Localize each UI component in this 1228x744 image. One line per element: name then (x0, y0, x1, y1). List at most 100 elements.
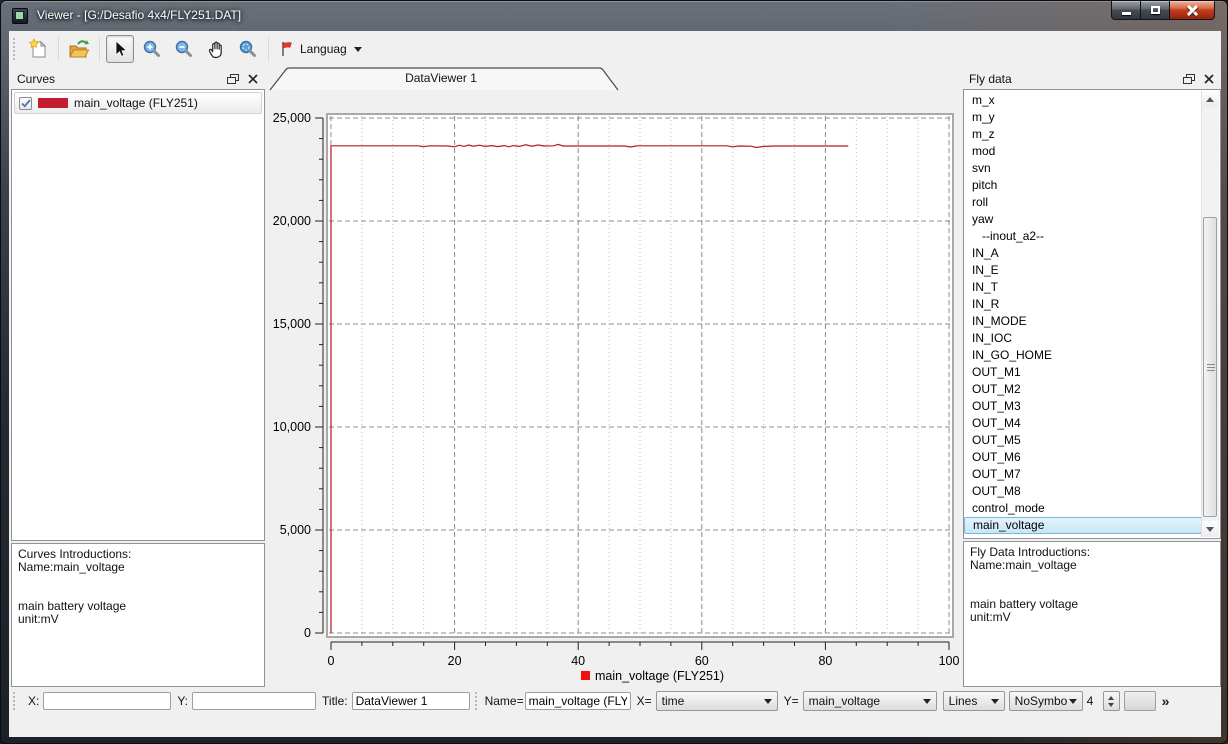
maximize-icon (1151, 6, 1160, 14)
toolbar-grip[interactable] (475, 692, 480, 710)
fly-data-item[interactable]: IN_T (964, 279, 1202, 296)
y-tick-label: 5,000 (280, 523, 311, 537)
fly-data-item[interactable]: IN_R (964, 296, 1202, 313)
screen: Viewer - [G:/Desafio 4x4/FLY251.DAT] (0, 0, 1228, 744)
fly-data-item[interactable]: main_voltage (964, 517, 1202, 534)
tab-dataviewer[interactable]: DataViewer 1 (269, 71, 613, 85)
curve-visible-checkbox[interactable] (19, 97, 32, 110)
curve-list-item[interactable]: main_voltage (FLY251) (14, 92, 262, 114)
curve-name-input[interactable] (525, 692, 631, 710)
curves-intro-box[interactable]: Curves Introductions:Name:main_voltage m… (11, 543, 265, 687)
chart-area[interactable]: 05,00010,00015,00020,00025,0000204060801… (267, 91, 961, 687)
fly-data-item[interactable]: svn (964, 160, 1202, 177)
open-folder-icon (67, 38, 91, 60)
y-coord-input[interactable] (192, 692, 316, 710)
curves-list[interactable]: main_voltage (FLY251) (11, 89, 265, 541)
bottom-toolbar: X: Y: Title: Name= X= time Y= main_volta… (9, 689, 1221, 713)
toolbar-separator (99, 37, 100, 61)
minimize-button[interactable] (1111, 1, 1141, 20)
curve-label: main_voltage (FLY251) (74, 96, 198, 110)
spinner-buttons[interactable] (1103, 691, 1120, 711)
close-icon (1187, 5, 1198, 16)
fly-data-item[interactable]: IN_GO_HOME (964, 347, 1202, 364)
fly-data-item[interactable]: --inout_a2-- (964, 228, 1202, 245)
pan-button[interactable] (202, 35, 230, 63)
scrollbar-thumb[interactable] (1203, 217, 1217, 517)
y-coord-label: Y: (177, 694, 188, 708)
close-icon (1204, 74, 1214, 84)
language-menu-button[interactable]: Languag (273, 36, 368, 62)
x-tick-label: 20 (448, 654, 462, 668)
fly-data-list[interactable]: m_xm_ym_zmodsvnpitchrollyaw --inout_a2--… (964, 90, 1202, 538)
zoom-full-button[interactable] (234, 35, 262, 63)
fly-data-item[interactable]: OUT_M2 (964, 381, 1202, 398)
fly-data-item[interactable]: m_x (964, 92, 1202, 109)
curves-intro-text: Curves Introductions:Name:main_voltage m… (12, 544, 264, 630)
line-width-spinner[interactable]: 4 (1083, 691, 1120, 711)
fly-data-item[interactable]: OUT_M8 (964, 483, 1202, 500)
fly-data-item[interactable]: yaw (964, 211, 1202, 228)
select-cursor-button[interactable] (106, 35, 134, 63)
fly-data-item[interactable]: OUT_M7 (964, 466, 1202, 483)
scroll-down-button[interactable] (1202, 521, 1218, 537)
titlebar[interactable]: Viewer - [G:/Desafio 4x4/FLY251.DAT] (1, 1, 1227, 31)
fly-data-item[interactable]: roll (964, 194, 1202, 211)
toolbar-grip[interactable] (13, 38, 18, 60)
fly-data-item[interactable]: OUT_M3 (964, 398, 1202, 415)
y-tick-label: 20,000 (273, 214, 311, 228)
fly-data-item[interactable]: IN_IOC (964, 330, 1202, 347)
float-panel-button[interactable] (1181, 72, 1197, 86)
close-panel-button[interactable] (245, 72, 261, 86)
toolbar-grip[interactable] (13, 692, 18, 710)
chart-canvas[interactable]: 05,00010,00015,00020,00025,0000204060801… (267, 91, 961, 687)
cursor-select-icon (110, 39, 130, 59)
title-input[interactable] (352, 692, 470, 710)
maximize-button[interactable] (1141, 1, 1169, 20)
fly-data-item[interactable]: IN_MODE (964, 313, 1202, 330)
fly-intro-box[interactable]: Fly Data Introductions:Name:main_voltage… (963, 541, 1221, 687)
client-area: Languag Curves (9, 31, 1221, 737)
spin-up-icon (1108, 696, 1114, 700)
fly-data-item[interactable]: IN_E (964, 262, 1202, 279)
close-button[interactable] (1169, 1, 1215, 20)
x-coord-input[interactable] (43, 692, 171, 710)
y-series-select[interactable]: main_voltage (803, 691, 937, 711)
fly-data-item[interactable]: m_y (964, 109, 1202, 126)
chevron-down-icon (991, 699, 999, 704)
curves-panel: Curves main_voltage (FLY251) (11, 69, 265, 687)
fly-data-item[interactable]: OUT_M1 (964, 364, 1202, 381)
float-panel-button[interactable] (225, 72, 241, 86)
fly-data-item[interactable]: mod (964, 143, 1202, 160)
open-file-button[interactable] (65, 35, 93, 63)
fly-data-item[interactable]: OUT_M5 (964, 432, 1202, 449)
curve-name-label: Name= (485, 694, 524, 708)
fly-data-item[interactable]: OUT_M6 (964, 449, 1202, 466)
fly-data-item[interactable]: IN_A (964, 245, 1202, 262)
fly-data-item[interactable]: pitch (964, 177, 1202, 194)
fly-data-item[interactable]: m_z (964, 126, 1202, 143)
x-tick-label: 40 (571, 654, 585, 668)
app-window: Viewer - [G:/Desafio 4x4/FLY251.DAT] (0, 0, 1228, 744)
close-panel-button[interactable] (1201, 72, 1217, 86)
symbol-select[interactable]: NoSymbol (1009, 691, 1083, 711)
zoom-out-button[interactable] (170, 35, 198, 63)
color-button[interactable] (1124, 691, 1156, 711)
scroll-up-button[interactable] (1202, 91, 1218, 107)
fly-panel-title: Fly data (969, 72, 1012, 86)
toolbar-overflow-chevron[interactable]: » (1162, 693, 1170, 709)
new-file-button[interactable] (24, 35, 52, 63)
fly-data-item[interactable]: control_mode (964, 500, 1202, 517)
fly-list-scrollbar[interactable] (1201, 91, 1219, 537)
toolbar-separator (268, 37, 269, 61)
x-tick-label: 100 (939, 654, 960, 668)
close-icon (248, 74, 258, 84)
legend-label[interactable]: main_voltage (FLY251) (595, 669, 724, 683)
zoom-in-icon (141, 38, 163, 60)
zoom-in-button[interactable] (138, 35, 166, 63)
fly-data-item[interactable]: OUT_M4 (964, 415, 1202, 432)
curves-panel-header: Curves (11, 69, 265, 89)
x-series-select[interactable]: time (656, 691, 778, 711)
thumb-grip-icon (1207, 367, 1215, 368)
line-style-select[interactable]: Lines (943, 691, 1005, 711)
curves-panel-title: Curves (17, 72, 55, 86)
